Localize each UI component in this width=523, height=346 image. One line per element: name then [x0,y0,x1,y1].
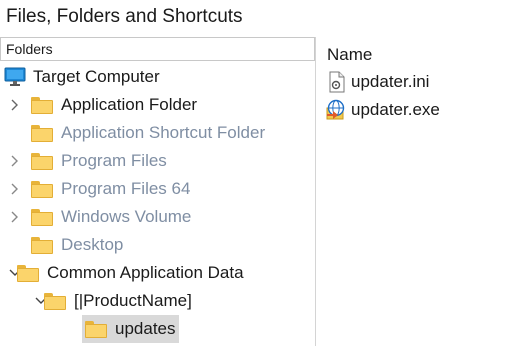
monitor-icon [4,67,26,87]
file-list[interactable]: Name updater.ini updater.exe [317,37,523,346]
folder-icon [31,96,53,114]
folder-icon [31,208,53,226]
tree-node-application-shortcut-folder[interactable]: Application Shortcut Folder [31,119,265,147]
tree-node-label: [|ProductName] [74,291,192,310]
file-name: updater.ini [351,72,430,91]
tree-node-productname[interactable]: [|ProductName] [34,287,192,315]
tree-node-common-application-data[interactable]: Common Application Data [8,259,244,287]
file-item-updater-ini[interactable]: updater.ini [325,68,429,96]
file-item-updater-exe[interactable]: updater.exe [325,96,440,124]
folder-icon [31,236,53,254]
folder-icon [31,152,53,170]
tree-node-label: Windows Volume [61,207,192,226]
column-header-name[interactable]: Name [327,45,372,65]
chevron-right-icon[interactable] [8,182,22,196]
chevron-right-icon[interactable] [8,154,22,168]
tree-node-program-files[interactable]: Program Files [8,147,167,175]
tree-node-target-computer[interactable]: Target Computer [4,63,160,91]
tree-node-label: Program Files [61,151,167,170]
tree-node-windows-volume[interactable]: Windows Volume [8,203,191,231]
ini-file-icon [325,71,347,93]
folder-icon [85,320,107,338]
folder-icon [31,180,53,198]
tree-node-desktop[interactable]: Desktop [31,231,123,259]
exe-file-icon [325,99,347,121]
tree-node-label: updates [115,319,176,338]
file-name: updater.exe [351,100,440,119]
tree-node-label: Application Shortcut Folder [61,123,266,142]
tree-node-label: Application Folder [61,95,198,114]
tree-node-label: Common Application Data [47,263,244,282]
tree-node-program-files-64[interactable]: Program Files 64 [8,175,190,203]
folder-icon [17,264,39,282]
chevron-right-icon[interactable] [8,210,22,224]
tree-node-updates[interactable]: updates [82,315,179,343]
folder-icon [44,292,66,310]
tree-node-label: Desktop [61,235,124,254]
folder-tree[interactable]: Folders Target Computer Application Fold… [0,37,316,346]
tree-node-label: Program Files 64 [61,179,191,198]
folder-icon [31,124,53,142]
window-title: Files, Folders and Shortcuts [6,6,243,27]
chevron-right-icon[interactable] [8,98,22,112]
tree-node-label: Target Computer [33,67,160,86]
tree-node-application-folder[interactable]: Application Folder [8,91,197,119]
tree-column-header[interactable]: Folders [0,37,315,61]
